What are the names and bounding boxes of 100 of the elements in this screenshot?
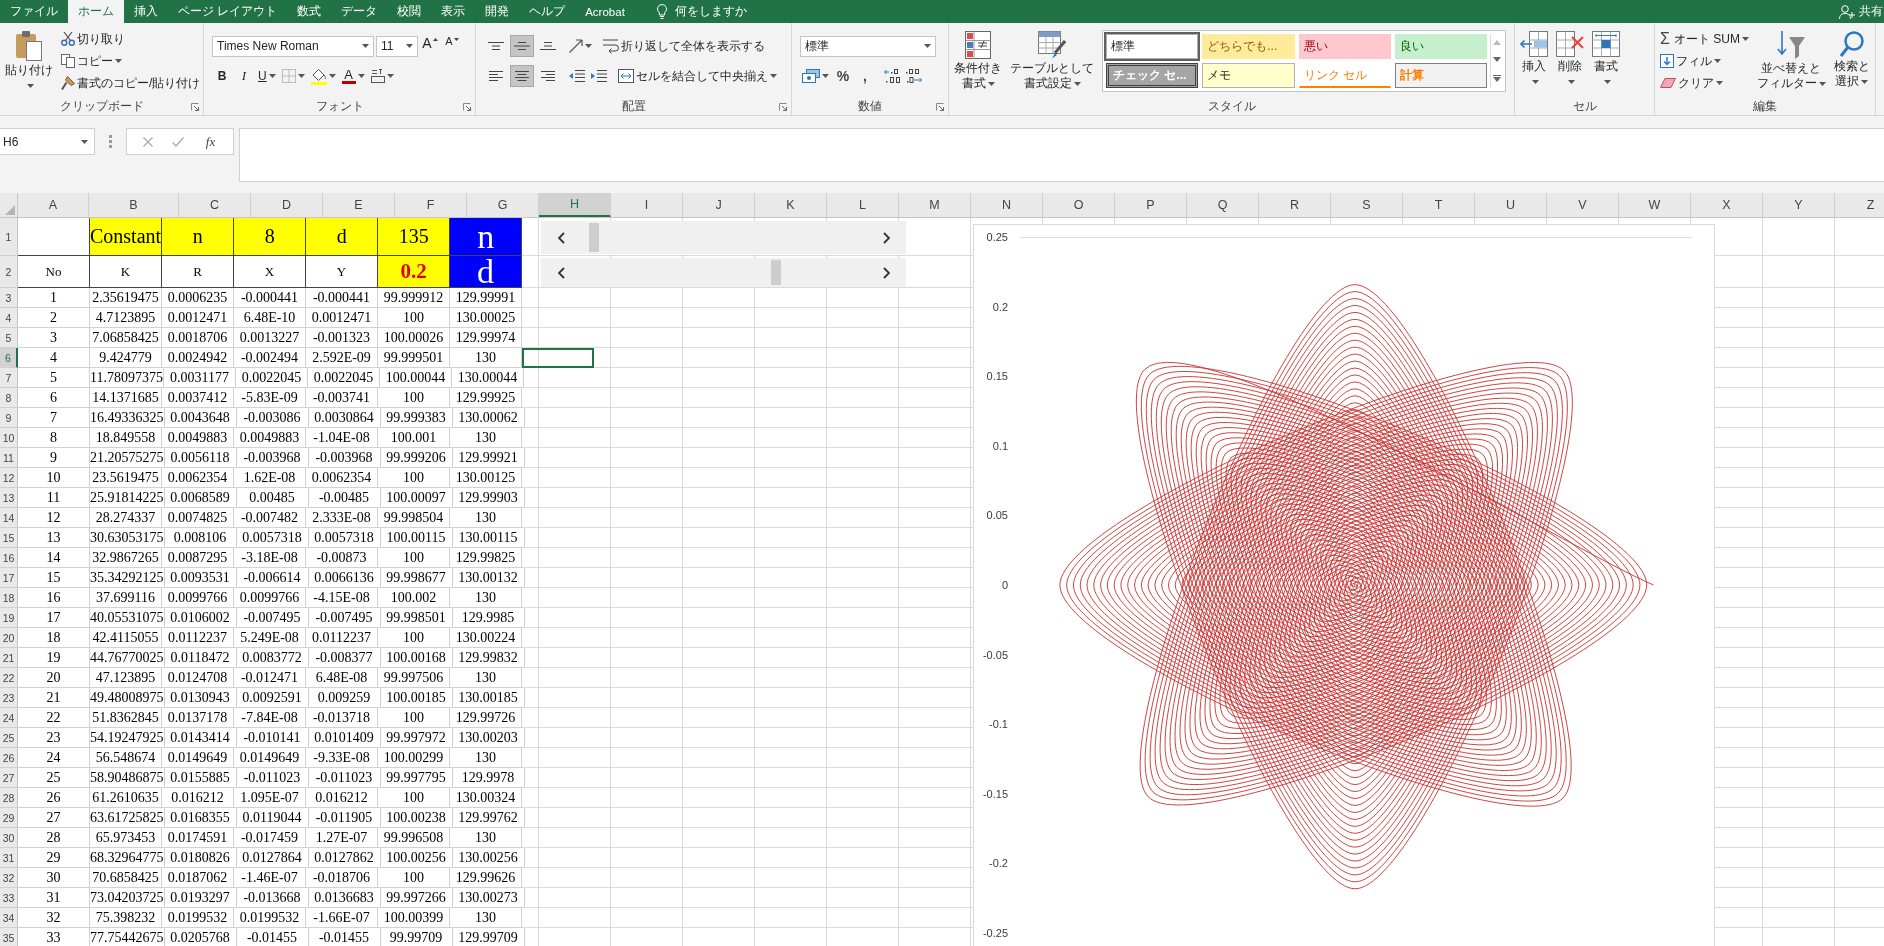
column-header[interactable]: E [323, 193, 395, 217]
column-header[interactable]: X [1691, 193, 1763, 217]
row-header[interactable]: 2 [0, 256, 18, 288]
cell-style-item[interactable]: 良い [1394, 34, 1487, 59]
slider-thumb[interactable] [770, 260, 781, 285]
selected-cell[interactable] [522, 348, 594, 368]
row-header[interactable]: 18 [0, 588, 18, 608]
align-button[interactable] [510, 35, 534, 57]
row-header[interactable]: 34 [0, 908, 18, 928]
row-header[interactable]: 1 [0, 218, 18, 256]
row-header[interactable]: 35 [0, 928, 18, 946]
column-header[interactable]: I [611, 193, 683, 217]
row-header[interactable]: 8 [0, 388, 18, 408]
fill-button[interactable]: フィル [1658, 50, 1751, 72]
grow-font-button[interactable]: A [420, 35, 440, 57]
row-header[interactable]: 7 [0, 368, 18, 388]
percent-button[interactable]: % [833, 65, 853, 87]
check-icon[interactable] [172, 136, 185, 147]
column-header[interactable]: N [971, 193, 1043, 217]
expand-icon[interactable] [1492, 74, 1501, 82]
comma-button[interactable]: , [855, 65, 875, 87]
column-header[interactable]: B [89, 193, 179, 217]
column-header[interactable]: M [899, 193, 971, 217]
number-format-dropdown[interactable]: 標準 [800, 35, 936, 57]
wrap-text-button[interactable]: 折り返して全体を表示する [601, 35, 767, 57]
row-header[interactable]: 24 [0, 708, 18, 728]
cell-style-item[interactable]: どちらでも... [1202, 34, 1295, 59]
scroll-right-button[interactable] [866, 221, 906, 254]
cell-style-item[interactable]: 悪い [1298, 34, 1391, 59]
column-header[interactable]: P [1115, 193, 1187, 217]
column-header[interactable]: A [18, 193, 89, 217]
menu-tab[interactable]: 表示 [431, 0, 476, 23]
column-header[interactable]: J [683, 193, 755, 217]
row-header[interactable]: 32 [0, 868, 18, 888]
menu-tab[interactable]: ホーム [68, 0, 124, 23]
sort-filter-button[interactable]: 並べ替えと フィルター [1754, 28, 1828, 91]
row-header[interactable]: 25 [0, 728, 18, 748]
row-header[interactable]: 30 [0, 828, 18, 848]
dialog-launcher-icon[interactable] [191, 102, 199, 111]
scroll-left-button[interactable] [541, 221, 581, 254]
row-header[interactable]: 33 [0, 888, 18, 908]
row-header[interactable]: 10 [0, 428, 18, 448]
autosum-button[interactable]: Σ オート SUM [1658, 28, 1751, 50]
format-painter-button[interactable]: 書式のコピー/貼り付け [59, 72, 203, 94]
cell-style-item[interactable]: 標準 [1106, 34, 1199, 59]
column-header[interactable]: W [1619, 193, 1691, 217]
row-header[interactable]: 28 [0, 788, 18, 808]
column-header[interactable]: V [1547, 193, 1619, 217]
row-header[interactable]: 16 [0, 548, 18, 568]
menu-tab[interactable]: 数式 [287, 0, 332, 23]
row-header[interactable]: 19 [0, 608, 18, 628]
bold-button[interactable]: B [212, 65, 232, 87]
slider-thumb[interactable] [589, 223, 600, 252]
column-header[interactable]: D [251, 193, 323, 217]
row-header[interactable]: 31 [0, 848, 18, 868]
row-header[interactable]: 6 [0, 348, 18, 368]
cell-style-item[interactable]: メモ [1202, 63, 1295, 88]
name-box[interactable]: H6 [0, 128, 95, 155]
paste-button[interactable]: 貼り付け [3, 28, 55, 93]
column-header[interactable]: Y [1763, 193, 1835, 217]
row-header[interactable]: 21 [0, 648, 18, 668]
conditional-format-button[interactable]: 条件付き 書式 [952, 28, 1004, 91]
column-header[interactable]: O [1043, 193, 1115, 217]
dialog-launcher-icon[interactable] [779, 102, 787, 111]
column-header[interactable]: H [539, 193, 611, 217]
menu-tab[interactable]: ページ レイアウト [168, 0, 288, 23]
column-header[interactable]: C [179, 193, 251, 217]
column-header[interactable]: U [1475, 193, 1547, 217]
menu-tab[interactable]: ヘルプ [519, 0, 576, 23]
find-select-button[interactable]: 検索と 選択 [1831, 28, 1872, 89]
menu-tab[interactable]: 挿入 [124, 0, 168, 23]
menu-tab[interactable]: Acrobat [575, 0, 635, 23]
merge-center-button[interactable]: セルを結合して中央揃え [616, 65, 779, 87]
column-header[interactable]: T [1403, 193, 1475, 217]
row-header[interactable]: 12 [0, 468, 18, 488]
column-header[interactable]: L [827, 193, 899, 217]
insert-function-button[interactable]: fx [203, 133, 218, 150]
menu-tab[interactable]: ファイル [0, 0, 68, 23]
cut-button[interactable]: 切り取り [59, 28, 203, 50]
scroll-right-button[interactable] [866, 258, 906, 287]
font-name-dropdown[interactable]: Times New Roman [212, 35, 374, 57]
menu-tab[interactable]: 校閲 [387, 0, 432, 23]
row-header[interactable]: 27 [0, 768, 18, 788]
row-header[interactable]: 9 [0, 408, 18, 428]
row-header[interactable]: 22 [0, 668, 18, 688]
row-header[interactable]: 29 [0, 808, 18, 828]
share-button[interactable]: 共有 [1833, 0, 1884, 23]
dialog-launcher-icon[interactable] [463, 102, 471, 111]
menu-tab[interactable]: データ [331, 0, 388, 23]
font-color-button[interactable]: A [339, 65, 367, 87]
row-header[interactable]: 17 [0, 568, 18, 588]
row-header[interactable]: 14 [0, 508, 18, 528]
format-table-button[interactable]: テーブルとして 書式設定 [1008, 28, 1096, 91]
dialog-launcher-icon[interactable] [936, 102, 944, 111]
formula-field[interactable] [239, 128, 1884, 182]
column-header[interactable]: K [755, 193, 827, 217]
menu-tab[interactable]: 開発 [475, 0, 520, 23]
column-header[interactable]: R [1259, 193, 1331, 217]
delete-button[interactable]: 削除 [1554, 28, 1586, 89]
row-header[interactable]: 13 [0, 488, 18, 508]
